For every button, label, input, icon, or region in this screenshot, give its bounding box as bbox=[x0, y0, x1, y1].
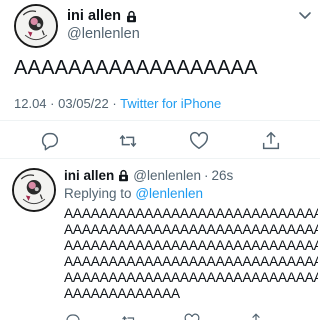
tweet-text: AAAAAAAAAAAAAAAAAA bbox=[14, 57, 258, 79]
reply-text: AAAAAAAAAAAAAAAAAAAAAAAAAAAAA AAAAAAAAAA… bbox=[64, 206, 318, 302]
tweet-author-handle[interactable]: @lenlenlen bbox=[67, 26, 140, 42]
divider bbox=[0, 120, 320, 121]
meta-separator: · bbox=[204, 168, 209, 183]
protected-lock-icon bbox=[117, 169, 130, 182]
protected-lock-icon bbox=[125, 10, 138, 23]
reply-text-line: AAAAAAAAAAAAAAAAAAAAAAAAAAAAA bbox=[64, 238, 318, 253]
like-icon[interactable] bbox=[188, 130, 210, 152]
chevron-down-icon[interactable] bbox=[297, 7, 313, 23]
retweet-icon[interactable] bbox=[120, 312, 138, 320]
tweet-date[interactable]: 03/05/22 bbox=[58, 96, 109, 111]
meta-separator: · bbox=[50, 96, 55, 111]
profile-avatar-icon bbox=[14, 170, 54, 210]
reply-action-bar bbox=[0, 312, 320, 320]
tweet-action-bar bbox=[0, 130, 320, 152]
retweet-icon[interactable] bbox=[117, 130, 139, 152]
reply-icon[interactable] bbox=[64, 312, 82, 320]
reply-author-handle[interactable]: @lenlenlen bbox=[133, 168, 201, 183]
main-tweet-avatar[interactable] bbox=[14, 4, 58, 48]
profile-avatar-icon bbox=[16, 6, 56, 46]
reply-header: ini allen @lenlenlen · 26s bbox=[64, 168, 233, 183]
reply-text-line: AAAAAAAAAAAAAAAAAAAAAAAAAAAAA bbox=[64, 222, 318, 237]
like-icon[interactable] bbox=[183, 312, 201, 320]
divider bbox=[0, 158, 320, 159]
replying-to-handle[interactable]: @lenlenlen bbox=[135, 186, 203, 201]
reply-author-name[interactable]: ini allen bbox=[64, 168, 114, 183]
tweet-metadata: 12.04 · 03/05/22 · Twitter for iPhone bbox=[14, 96, 221, 111]
reply-age[interactable]: 26s bbox=[212, 168, 234, 183]
author-display-name[interactable]: ini allen bbox=[67, 8, 121, 24]
reply-text-line: AAAAAAAAAAAAAAAAAAAAAAAAAAAAA bbox=[64, 206, 318, 221]
replying-prefix: Replying to bbox=[64, 186, 132, 201]
reply-icon[interactable] bbox=[39, 130, 61, 152]
tweet-time[interactable]: 12.04 bbox=[14, 96, 47, 111]
share-icon[interactable] bbox=[247, 312, 265, 320]
tweet-author-name[interactable]: ini allen bbox=[67, 8, 138, 24]
tweet-source[interactable]: Twitter for iPhone bbox=[120, 96, 221, 111]
meta-separator: · bbox=[112, 96, 117, 111]
replying-to-line: Replying to @lenlenlen bbox=[64, 186, 203, 201]
reply-text-line: AAAAAAAAAAAAAAAAAAAAAAAAAAAAA bbox=[64, 254, 318, 269]
reply-avatar[interactable] bbox=[12, 168, 56, 212]
reply-text-line: AAAAAAAAAAAAAAAAAAAAAAAAAAAAA bbox=[64, 270, 318, 285]
reply-text-line: AAAAAAAAAAAAA bbox=[64, 286, 180, 301]
share-icon[interactable] bbox=[260, 130, 282, 152]
